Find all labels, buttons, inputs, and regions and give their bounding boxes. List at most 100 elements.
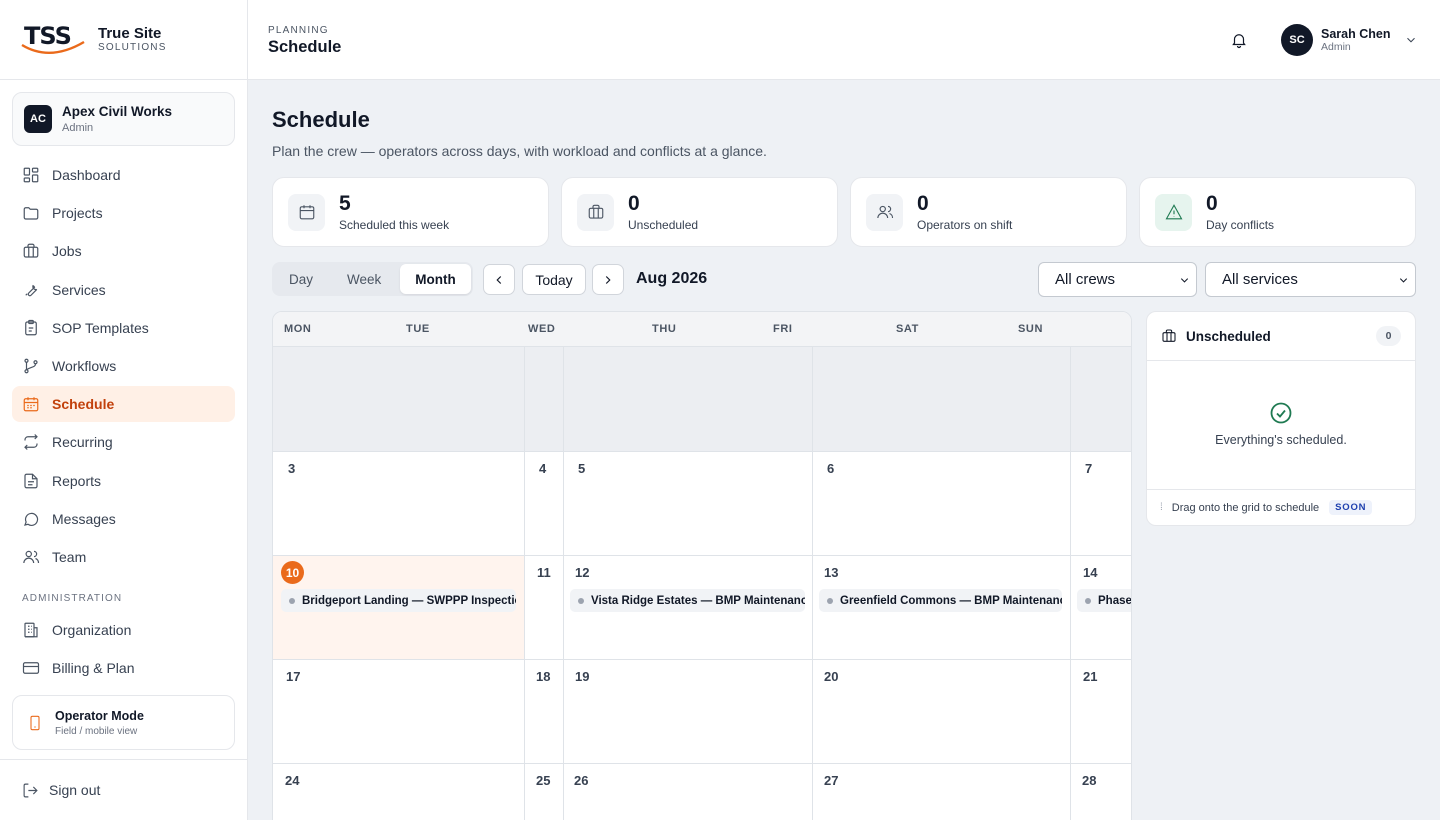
user-menu[interactable]: SC Sarah Chen Admin [1281, 24, 1418, 56]
org-avatar: AC [24, 105, 52, 133]
crew-filter-select[interactable]: All crews [1038, 262, 1197, 297]
sidebar-item-label: Dashboard [52, 167, 121, 183]
day-number[interactable]: 11 [537, 565, 551, 580]
day-number[interactable]: 25 [536, 773, 550, 788]
event-title: Vista Ridge Estates — BMP Maintenance [591, 594, 805, 607]
weekday-header: MON TUE WED THU FRI SAT SUN [273, 312, 1131, 347]
sidebar-item-recurring[interactable]: Recurring [12, 424, 235, 460]
crew-filter-value: All crews [1055, 271, 1116, 288]
chevron-left-icon [496, 275, 502, 284]
day-number[interactable]: 26 [574, 773, 588, 788]
previous-month-filler [273, 347, 1131, 451]
schedule-event[interactable]: Greenfield Commons — BMP Maintenance [819, 589, 1062, 612]
schedule-event[interactable]: Vista Ridge Estates — BMP Maintenance [570, 589, 805, 612]
day-number[interactable]: 18 [536, 669, 550, 684]
stat-label: Unscheduled [628, 217, 699, 232]
sidebar-item-team[interactable]: Team [12, 539, 235, 575]
sidebar-item-jobs[interactable]: Jobs [12, 233, 235, 269]
schedule-event[interactable]: Phase [1077, 589, 1132, 612]
today-button[interactable]: Today [522, 264, 586, 295]
stat-card-conflicts: 0 Day conflicts [1139, 177, 1416, 247]
operator-mode-subtitle: Field / mobile view [55, 725, 138, 737]
tab-day[interactable]: Day [274, 264, 328, 294]
day-number[interactable]: 13 [824, 565, 838, 580]
event-title: Bridgeport Landing — SWPPP Inspection [302, 594, 516, 607]
sidebar-item-label: Reports [52, 472, 102, 489]
day-number[interactable]: 20 [824, 669, 838, 684]
previous-button[interactable] [483, 264, 515, 295]
page-subtitle: Plan the crew — operators across days, w… [272, 143, 767, 159]
day-number[interactable]: 7 [1085, 461, 1092, 476]
day-number[interactable]: 6 [827, 461, 834, 476]
weekday-label: TUE [406, 323, 430, 335]
document-icon [24, 473, 38, 488]
sidebar-item-schedule[interactable]: Schedule [12, 386, 235, 423]
check-circle-icon [1269, 401, 1293, 425]
day-number[interactable]: 5 [578, 461, 585, 476]
briefcase-icon [23, 244, 39, 258]
brand-logo: TSS [20, 20, 86, 60]
unscheduled-empty-message: Everything's scheduled. [1215, 433, 1347, 447]
day-number[interactable]: 12 [575, 565, 589, 580]
sign-out-button[interactable]: Sign out [0, 759, 247, 820]
day-number[interactable]: 21 [1083, 669, 1097, 684]
stat-label: Scheduled this week [339, 217, 450, 232]
sidebar-item-workflows[interactable]: Workflows [12, 348, 235, 384]
breadcrumb-title: Schedule [268, 38, 342, 56]
service-filter-select[interactable]: All services [1205, 262, 1416, 297]
day-number[interactable]: 4 [539, 461, 546, 476]
weekday-label: WED [528, 323, 556, 335]
sidebar-item-reports[interactable]: Reports [12, 463, 235, 499]
sidebar-item-organization[interactable]: Organization [12, 612, 235, 648]
day-number[interactable]: 17 [286, 669, 300, 684]
brand-logo-text: TSS [24, 21, 72, 50]
sidebar-item-messages[interactable]: Messages [12, 501, 235, 537]
sidebar-item-sop-templates[interactable]: SOP Templates [12, 310, 235, 346]
brand[interactable]: TSS True Site SOLUTIONS [0, 0, 247, 80]
sign-out-label: Sign out [49, 782, 101, 798]
tab-month[interactable]: Month [400, 264, 471, 294]
org-switcher[interactable]: AC Apex Civil Works Admin [12, 92, 235, 146]
sidebar-item-label: Projects [52, 205, 103, 222]
chat-icon [24, 512, 39, 526]
chevron-right-icon [605, 275, 611, 284]
calendar-icon [23, 397, 39, 412]
operator-mode-button[interactable]: Operator Mode Field / mobile view [12, 695, 235, 750]
sidebar-item-projects[interactable]: Projects [12, 195, 235, 231]
credit-card-icon [22, 662, 40, 675]
event-title: Phase [1098, 594, 1132, 607]
today-day-badge[interactable]: 10 [281, 561, 304, 584]
schedule-event[interactable]: Bridgeport Landing — SWPPP Inspection [281, 589, 516, 612]
sidebar-item-billing[interactable]: Billing & Plan [12, 650, 235, 686]
weekday-label: SAT [896, 323, 919, 335]
notifications-button[interactable] [1230, 31, 1248, 49]
sidebar-item-dashboard[interactable]: Dashboard [12, 157, 235, 193]
unscheduled-title: Unscheduled [1186, 328, 1271, 344]
event-title: Greenfield Commons — BMP Maintenance [840, 594, 1062, 607]
dashboard-icon [23, 167, 39, 183]
sidebar-item-services[interactable]: Services [12, 272, 235, 308]
weekday-label: MON [284, 323, 312, 335]
month-calendar: MON TUE WED THU FRI SAT SUN 3 4 5 6 7 10… [272, 311, 1132, 820]
briefcase-icon [1162, 329, 1176, 342]
day-number[interactable]: 27 [824, 773, 838, 788]
next-button[interactable] [592, 264, 624, 295]
org-role: Admin [62, 122, 94, 134]
sidebar: TSS True Site SOLUTIONS AC Apex Civil Wo… [0, 0, 248, 820]
day-number[interactable]: 28 [1082, 773, 1096, 788]
stat-card-unscheduled: 0 Unscheduled [561, 177, 838, 247]
unscheduled-footer: ⁞ Drag onto the grid to schedule SOON [1147, 489, 1415, 525]
stat-value: 5 [339, 191, 351, 215]
day-number[interactable]: 19 [575, 669, 589, 684]
day-number[interactable]: 14 [1083, 565, 1097, 580]
day-number[interactable]: 24 [285, 773, 299, 788]
tab-week[interactable]: Week [332, 264, 396, 294]
sidebar-item-label: Schedule [52, 396, 115, 413]
users-icon [23, 550, 40, 563]
sidebar-item-label: Messages [52, 510, 116, 527]
repeat-icon [24, 434, 38, 451]
day-number[interactable]: 3 [288, 461, 295, 476]
users-icon [876, 205, 893, 219]
page-title: Schedule [272, 107, 370, 132]
sidebar-item-label: Jobs [52, 243, 82, 260]
